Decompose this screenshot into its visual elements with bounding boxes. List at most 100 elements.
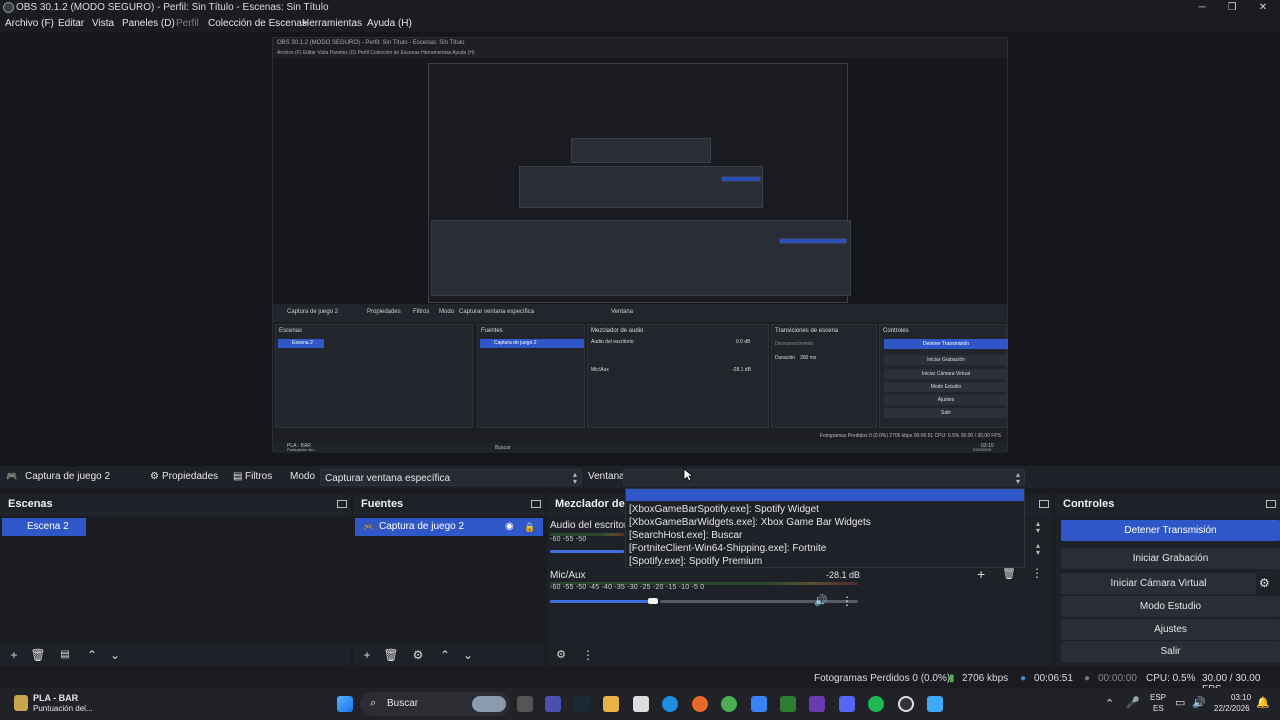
controls-dock: Controles Detener Transmisión Iniciar Gr… bbox=[1055, 494, 1280, 666]
scenes-header: Escenas bbox=[0, 494, 351, 514]
xbox-icon[interactable] bbox=[780, 696, 796, 712]
gear-icon[interactable]: ⚙ bbox=[1259, 576, 1270, 590]
arrow-down-icon[interactable]: ⌄ bbox=[106, 647, 124, 663]
scene-item[interactable]: Escena 2 bbox=[2, 518, 86, 536]
dropdown-option[interactable]: [XboxGameBarWidgets.exe]: Xbox Game Bar … bbox=[629, 517, 871, 528]
properties-button[interactable]: Propiedades bbox=[162, 471, 218, 482]
nested-studio: Modo Estudio bbox=[884, 382, 1008, 392]
add-icon[interactable]: + bbox=[358, 647, 376, 663]
add-icon[interactable]: + bbox=[977, 566, 985, 582]
dropdown-highlight[interactable] bbox=[626, 489, 1024, 501]
menu-paneles[interactable]: Paneles (D) bbox=[122, 18, 175, 29]
obs-icon[interactable] bbox=[898, 696, 914, 712]
store-icon[interactable] bbox=[633, 696, 649, 712]
menu-coleccion[interactable]: Colección de Escenas bbox=[208, 18, 307, 29]
discord-icon[interactable] bbox=[545, 696, 561, 712]
lock-icon[interactable]: 🔒 bbox=[524, 518, 535, 536]
minimize-button[interactable]: ─ bbox=[1187, 0, 1217, 16]
dropped-frames: Fotogramas Perdidos 0 (0.0%) bbox=[814, 673, 951, 684]
discord-icon[interactable] bbox=[839, 696, 855, 712]
mode-value: Capturar ventana específica bbox=[325, 473, 451, 484]
arrow-up-icon[interactable]: ⌃ bbox=[83, 647, 101, 663]
dropdown-option[interactable]: [SearchHost.exe]: Buscar bbox=[629, 530, 742, 541]
arrow-up-icon[interactable]: ⌃ bbox=[436, 647, 454, 663]
file-explorer-icon[interactable] bbox=[603, 696, 619, 712]
dropdown-option[interactable]: [FortniteClient-Win64-Shipping.exe]: For… bbox=[629, 543, 826, 554]
preview-canvas[interactable]: OBS 30.1.2 (MODO SEGURO) - Perfil: Sin T… bbox=[0, 32, 1280, 466]
close-button[interactable]: ✕ bbox=[1248, 0, 1278, 16]
network-icon[interactable]: ▭ bbox=[1175, 696, 1185, 709]
nested-taskbar: PLA - BAR Puntuación del... Buscar 03:10… bbox=[273, 443, 1007, 453]
chrome-icon[interactable] bbox=[721, 696, 737, 712]
mic-aux-slider-track[interactable] bbox=[660, 600, 858, 603]
undock-icon[interactable] bbox=[531, 500, 541, 508]
notification-bell-icon[interactable]: 🔔 bbox=[1256, 696, 1270, 709]
eye-icon[interactable]: ◉ bbox=[505, 518, 514, 536]
undock-icon[interactable] bbox=[1266, 500, 1276, 508]
mic-aux-slider[interactable] bbox=[550, 600, 650, 603]
microphone-icon[interactable]: 🎤 bbox=[1126, 696, 1140, 709]
task-view-icon[interactable] bbox=[517, 696, 533, 712]
app-icon[interactable] bbox=[927, 696, 943, 712]
notification-app-icon[interactable] bbox=[14, 695, 28, 711]
stop-streaming-button[interactable]: Detener Transmisión bbox=[1061, 520, 1280, 541]
arrow-down-icon[interactable]: ⌄ bbox=[459, 647, 477, 663]
menu-editar[interactable]: Editar bbox=[58, 18, 84, 29]
nested-mode-value: Capturar ventana específica bbox=[459, 309, 535, 315]
dropdown-option[interactable]: [XboxGameBarSpotify.exe]: Spotify Widget bbox=[629, 504, 819, 515]
volume-icon[interactable]: 🔊 bbox=[814, 594, 828, 607]
filters-button[interactable]: Filtros bbox=[245, 471, 272, 482]
gamepad-icon: 🎮 bbox=[363, 522, 375, 532]
updown-icon[interactable]: ▴ ▾ bbox=[1036, 542, 1040, 557]
firefox-icon[interactable] bbox=[692, 696, 708, 712]
mic-aux-slider-knob[interactable] bbox=[648, 598, 658, 604]
edge-icon[interactable] bbox=[662, 696, 678, 712]
scenes-title: Escenas bbox=[8, 498, 53, 510]
app-icon[interactable] bbox=[809, 696, 825, 712]
menu-archivo[interactable]: Archivo (F) bbox=[5, 18, 54, 29]
undock-icon[interactable] bbox=[337, 500, 347, 508]
start-virtual-camera-button[interactable]: Iniciar Cámara Virtual bbox=[1061, 573, 1256, 594]
windows-taskbar: PLA - BAR Puntuación del... ⌕ Buscar ⌃ 🎤… bbox=[0, 688, 1280, 720]
updown-icon[interactable]: ▴ ▾ bbox=[1036, 520, 1040, 535]
menu-perfil[interactable]: Perfil bbox=[176, 18, 199, 29]
mode-select[interactable]: Capturar ventana específica ▴ ▾ bbox=[320, 469, 582, 486]
taskbar-search-box[interactable]: ⌕ Buscar bbox=[360, 692, 510, 716]
menu-ayuda[interactable]: Ayuda (H) bbox=[367, 18, 412, 29]
trash-icon[interactable]: 🗑 bbox=[1002, 567, 1016, 580]
scenes-dock: Escenas Escena 2 + 🗑 ▤ ⌃ ⌄ bbox=[0, 494, 351, 666]
settings-button[interactable]: Ajustes bbox=[1061, 619, 1280, 640]
menu-vista[interactable]: Vista bbox=[92, 18, 114, 29]
volume-icon[interactable]: 🔊 bbox=[1192, 696, 1206, 709]
add-icon[interactable]: + bbox=[5, 647, 23, 663]
dropdown-option[interactable]: [Spotify.exe]: Spotify Premium bbox=[629, 556, 762, 567]
nested-start-rec: Iniciar Grabación bbox=[884, 355, 1008, 365]
trash-icon[interactable]: 🗑 bbox=[382, 647, 400, 663]
nested-mixer-desktop-db: 0.0 dB bbox=[736, 339, 751, 345]
kebab-menu-icon[interactable]: ⋮ bbox=[841, 594, 853, 608]
windows-start-icon[interactable] bbox=[337, 696, 353, 712]
chevron-up-icon[interactable]: ⌃ bbox=[1105, 697, 1114, 710]
undock-icon[interactable] bbox=[1039, 500, 1049, 508]
gamepad-icon: 🎮 bbox=[6, 471, 18, 481]
app-icon[interactable] bbox=[751, 696, 767, 712]
filter-icon[interactable]: ▤ bbox=[56, 647, 74, 663]
studio-mode-button[interactable]: Modo Estudio bbox=[1061, 596, 1280, 617]
source-item[interactable]: 🎮 Captura de juego 2 ◉ 🔒 bbox=[355, 518, 543, 536]
gear-icon[interactable]: ⚙ bbox=[409, 647, 427, 663]
spotify-icon[interactable] bbox=[868, 696, 884, 712]
clock-date[interactable]: 22/2/2026 bbox=[1214, 704, 1250, 713]
nested-source-name: Captura de juego 2 bbox=[287, 309, 339, 315]
menu-herramientas[interactable]: Herramientas bbox=[302, 18, 362, 29]
exit-button[interactable]: Salir bbox=[1061, 641, 1280, 662]
language-label[interactable]: ESP bbox=[1150, 693, 1166, 702]
trash-icon[interactable]: 🗑 bbox=[29, 647, 47, 663]
start-recording-button[interactable]: Iniciar Grabación bbox=[1061, 548, 1280, 569]
kebab-menu-icon[interactable]: ⋮ bbox=[1031, 566, 1043, 580]
desktop-audio-slider[interactable] bbox=[550, 550, 624, 553]
steam-icon[interactable] bbox=[574, 696, 590, 712]
clock-time[interactable]: 03:10 bbox=[1231, 693, 1251, 702]
mixer-settings-icon[interactable]: ⚙ bbox=[552, 647, 570, 663]
maximize-button[interactable]: ❐ bbox=[1217, 0, 1247, 16]
kebab-menu-icon[interactable]: ⋮ bbox=[579, 647, 597, 663]
